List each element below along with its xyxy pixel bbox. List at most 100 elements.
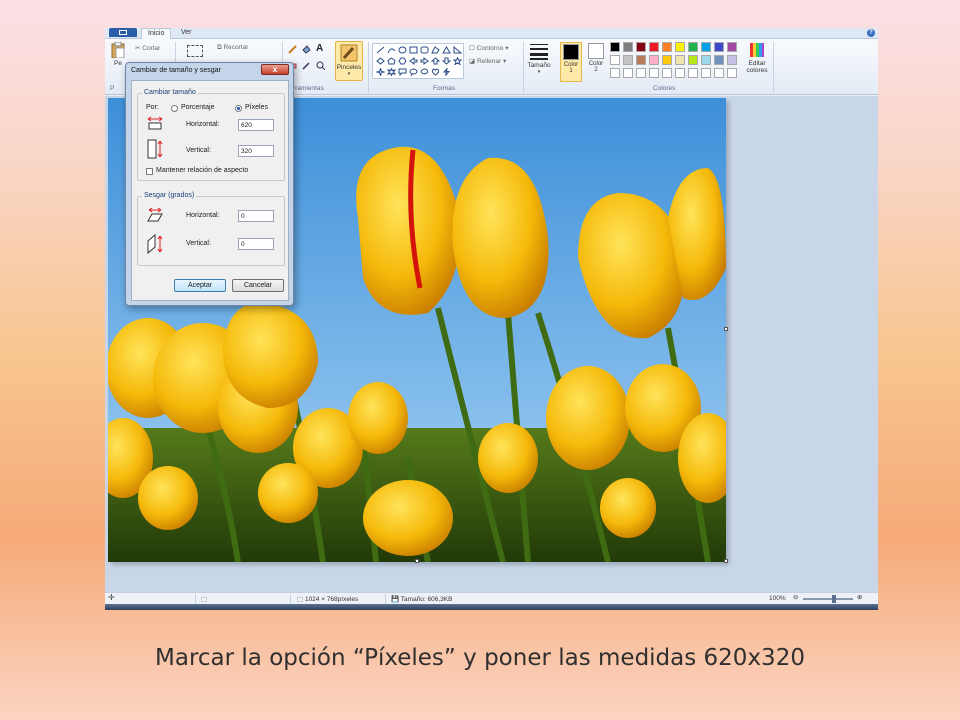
- ribbon-separator: [523, 42, 524, 92]
- resize-handle-corner[interactable]: [724, 559, 728, 563]
- palette-custom-swatch[interactable]: [675, 68, 685, 78]
- palette-swatch[interactable]: [649, 55, 659, 65]
- color1-button[interactable]: Color 1: [560, 42, 582, 82]
- status-divider: [195, 594, 196, 604]
- palette-swatch[interactable]: [623, 55, 633, 65]
- shape-tool-icon[interactable]: [376, 46, 385, 54]
- skew-horizontal-input[interactable]: 0: [238, 210, 274, 222]
- cut-button[interactable]: ✂ Cortar: [135, 44, 160, 52]
- zoom-in-icon[interactable]: ⊕: [857, 593, 862, 601]
- color2-button[interactable]: Color 2: [585, 42, 607, 82]
- palette-swatch[interactable]: [636, 55, 646, 65]
- zoom-slider-thumb[interactable]: [832, 595, 836, 603]
- text-icon[interactable]: A: [316, 43, 325, 54]
- fill-shape-button[interactable]: ◪ Rellenar ▾: [469, 57, 506, 65]
- image-dimensions: ⬚ 1024 × 768píxeles: [297, 596, 359, 603]
- shape-tool-icon[interactable]: [398, 46, 407, 54]
- color2-number: 2: [594, 67, 598, 73]
- select-icon[interactable]: [187, 45, 203, 57]
- crop-button[interactable]: ⧉ Recortar: [217, 44, 248, 52]
- cancel-button[interactable]: Cancelar: [232, 279, 284, 292]
- palette-custom-swatch[interactable]: [610, 68, 620, 78]
- palette-swatch[interactable]: [727, 55, 737, 65]
- app-menu-button[interactable]: [109, 28, 137, 37]
- fill-icon[interactable]: [302, 45, 311, 54]
- shape-tool-icon[interactable]: [375, 66, 386, 78]
- shape-tool-icon[interactable]: [409, 57, 418, 65]
- brushes-button[interactable]: Pinceles ▾: [335, 41, 363, 81]
- palette-swatch[interactable]: [662, 42, 672, 52]
- shape-tool-icon[interactable]: [442, 66, 451, 76]
- palette-custom-swatch[interactable]: [636, 68, 646, 78]
- palette-swatch[interactable]: [688, 55, 698, 65]
- resize-handle-bottom[interactable]: [415, 559, 419, 563]
- palette-swatch[interactable]: [675, 55, 685, 65]
- skew-legend: Sesgar (grados): [142, 192, 197, 199]
- horizontal-resize-icon: [147, 116, 163, 130]
- shape-tool-icon[interactable]: [398, 68, 407, 77]
- zoom-slider[interactable]: [803, 598, 853, 600]
- shapes-gallery[interactable]: [372, 43, 464, 79]
- palette-swatch[interactable]: [701, 55, 711, 65]
- palette-swatch[interactable]: [688, 42, 698, 52]
- palette-custom-swatch[interactable]: [688, 68, 698, 78]
- palette-custom-swatch[interactable]: [662, 68, 672, 78]
- palette-custom-swatch[interactable]: [649, 68, 659, 78]
- help-icon[interactable]: ?: [867, 29, 875, 37]
- skew-vertical-label: Vertical:: [186, 240, 211, 247]
- palette-swatch[interactable]: [636, 42, 646, 52]
- resize-handle-right[interactable]: [724, 327, 728, 331]
- shape-tool-icon[interactable]: [387, 57, 396, 65]
- palette-swatch[interactable]: [649, 42, 659, 52]
- outline-button[interactable]: ☐ Contorno ▾: [469, 44, 508, 52]
- dialog-close-button[interactable]: x: [261, 64, 289, 75]
- keep-aspect-checkbox[interactable]: [146, 168, 153, 175]
- shape-tool-icon[interactable]: [452, 56, 463, 66]
- palette-swatch[interactable]: [662, 55, 672, 65]
- shape-tool-icon[interactable]: [441, 57, 452, 65]
- shape-tool-icon[interactable]: [430, 57, 441, 65]
- tab-inicio[interactable]: Inicio: [141, 28, 172, 39]
- percent-radio[interactable]: [171, 105, 178, 112]
- shape-tool-icon[interactable]: [386, 67, 397, 77]
- pixels-radio[interactable]: [235, 105, 242, 112]
- shape-tool-icon[interactable]: [420, 46, 429, 54]
- shape-tool-icon[interactable]: [453, 45, 463, 54]
- shape-tool-icon[interactable]: [420, 57, 429, 65]
- ok-button[interactable]: Aceptar: [174, 279, 226, 292]
- paste-button[interactable]: Pe: [109, 41, 127, 67]
- palette-swatch[interactable]: [610, 55, 620, 65]
- pencil-icon[interactable]: [288, 45, 297, 54]
- color-picker-icon[interactable]: [302, 61, 311, 70]
- shape-tool-icon[interactable]: [398, 57, 407, 65]
- palette-swatch[interactable]: [727, 42, 737, 52]
- palette-custom-swatch[interactable]: [623, 68, 633, 78]
- skew-vertical-input[interactable]: 0: [238, 238, 274, 250]
- shape-tool-icon[interactable]: [376, 57, 385, 65]
- palette-custom-swatch[interactable]: [714, 68, 724, 78]
- shape-tool-icon[interactable]: [420, 68, 429, 76]
- size-button[interactable]: Tamaño ▾: [527, 42, 551, 75]
- palette-swatch[interactable]: [714, 55, 724, 65]
- palette-swatch[interactable]: [623, 42, 633, 52]
- shape-tool-icon[interactable]: [431, 68, 440, 76]
- shape-tool-icon[interactable]: [431, 46, 440, 54]
- magnifier-icon[interactable]: [316, 61, 326, 71]
- tab-ver[interactable]: Ver: [175, 28, 198, 39]
- status-bar: ✛ ⬚ ⬚ 1024 × 768píxeles 💾 Tamaño: 606,3K…: [105, 592, 878, 604]
- horizontal-input[interactable]: 620: [238, 119, 274, 131]
- palette-custom-swatch[interactable]: [701, 68, 711, 78]
- palette-swatch[interactable]: [714, 42, 724, 52]
- shape-tool-icon[interactable]: [387, 46, 396, 54]
- vertical-input[interactable]: 320: [238, 145, 274, 157]
- palette-custom-swatch[interactable]: [727, 68, 737, 78]
- shape-tool-icon[interactable]: [409, 68, 418, 77]
- size-dropdown-icon: ▾: [537, 69, 541, 75]
- zoom-out-icon[interactable]: ⊖: [793, 593, 798, 601]
- palette-swatch[interactable]: [701, 42, 711, 52]
- edit-colors-button[interactable]: Editar colores: [744, 42, 770, 74]
- shape-tool-icon[interactable]: [409, 46, 418, 54]
- shape-tool-icon[interactable]: [442, 46, 451, 54]
- palette-swatch[interactable]: [610, 42, 620, 52]
- palette-swatch[interactable]: [675, 42, 685, 52]
